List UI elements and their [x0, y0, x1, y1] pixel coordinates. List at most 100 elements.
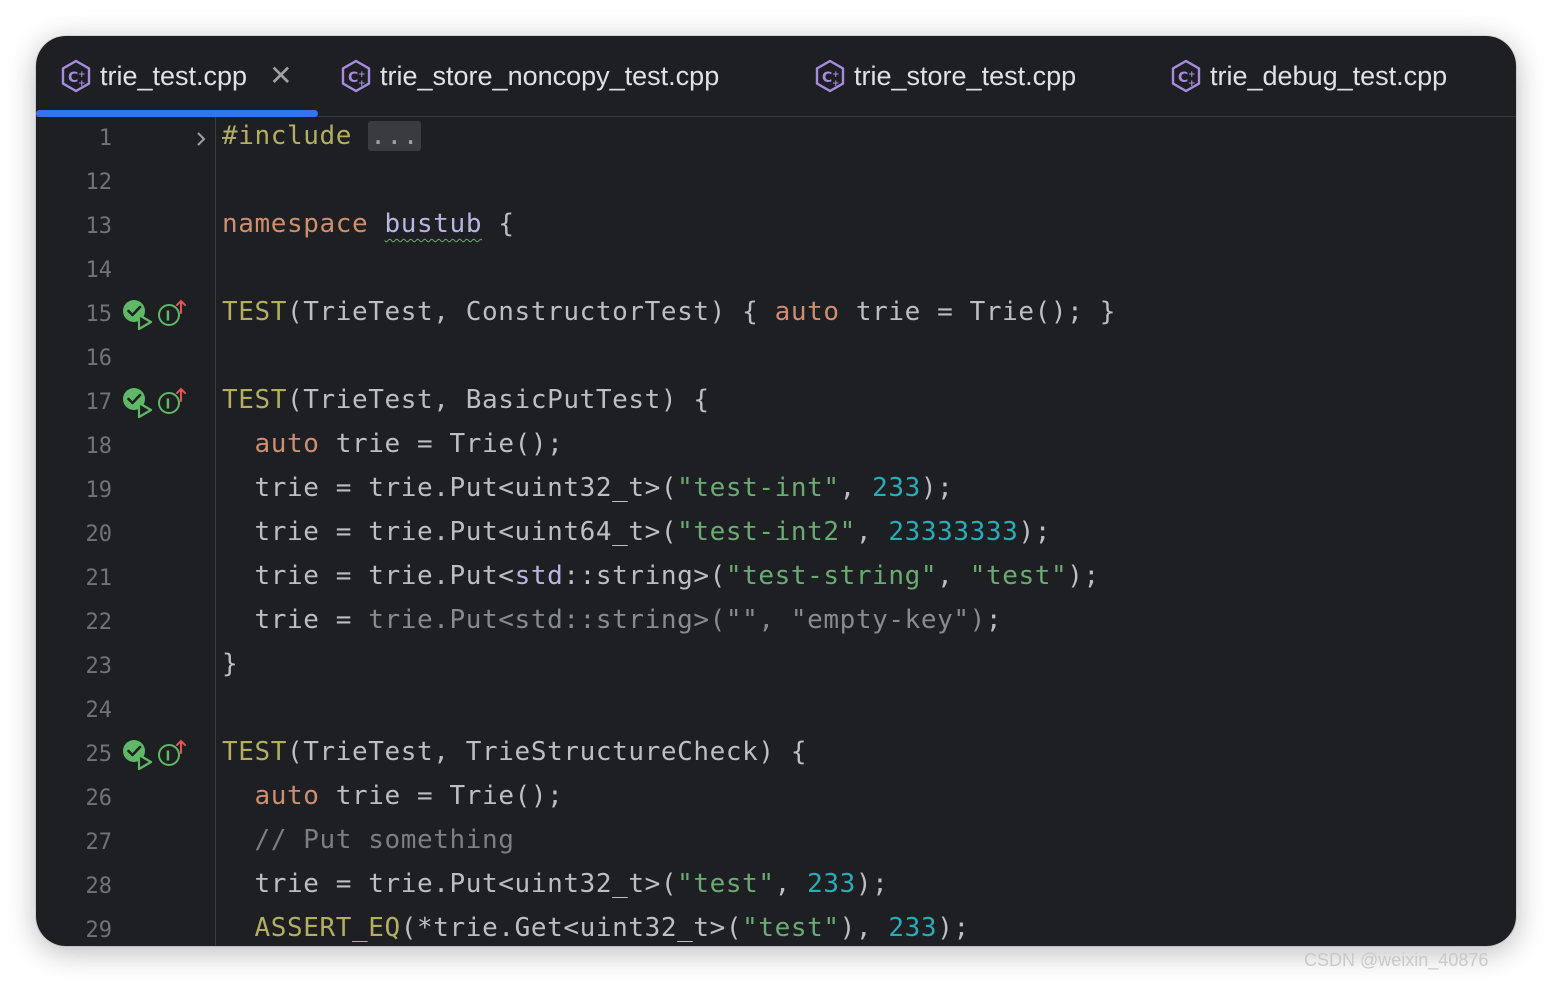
code-token: 233 [872, 473, 921, 503]
line-number: 19 [85, 478, 113, 503]
code-token: (TrieTest, ConstructorTest) { [287, 297, 775, 327]
svg-text:+: + [78, 79, 86, 89]
implements-icon[interactable]: I [156, 386, 188, 420]
code-text: namespace bustub { [222, 209, 515, 239]
code-line[interactable]: 26 auto trie = Trie(); [36, 777, 1516, 821]
code-line[interactable]: 20 trie = trie.Put<uint64_t>("test-int2"… [36, 513, 1516, 557]
code-line[interactable]: 14 [36, 249, 1516, 293]
code-token: (TrieTest, TrieStructureCheck) { [287, 737, 808, 767]
code-token: 23333333 [888, 517, 1019, 547]
cpp-file-icon: C + + [341, 59, 371, 93]
code-text: trie = trie.Put<uint32_t>("test", 233); [222, 869, 888, 899]
gutter-icons: I [122, 298, 188, 332]
folded-code-button[interactable]: ... [368, 121, 422, 151]
tab-bar: C + + trie_test.cpp ✕ C + + trie_store_n… [36, 36, 1516, 117]
code-token: "test-int2" [677, 517, 856, 547]
code-line[interactable]: 16 [36, 337, 1516, 381]
code-text: #include ... [222, 121, 422, 151]
svg-text:+: + [832, 79, 840, 89]
tab-trie-debug-test[interactable]: C + + trie_debug_test.cpp [1168, 36, 1447, 116]
code-text: TEST(TrieTest, ConstructorTest) { auto t… [222, 297, 1116, 327]
code-token: trie = trie.Put<uint32_t>( [222, 473, 678, 503]
svg-text:+: + [1188, 79, 1196, 89]
code-token: auto [254, 781, 320, 811]
implements-icon[interactable]: I [156, 298, 188, 332]
code-line[interactable]: 15 I TEST(TrieTest, ConstructorTest) { aut… [36, 293, 1516, 337]
line-number: 12 [85, 170, 113, 195]
cpp-file-icon: C + + [815, 59, 845, 93]
code-token: (*trie.Get<uint32_t>( [400, 913, 743, 943]
code-token: "test-int" [677, 473, 840, 503]
svg-text:I: I [166, 310, 171, 325]
code-token: ), [839, 913, 889, 943]
code-line[interactable]: 28 trie = trie.Put<uint32_t>("test", 233… [36, 865, 1516, 909]
svg-text:I: I [166, 750, 171, 765]
code-line[interactable]: 29 ASSERT_EQ(*trie.Get<uint32_t>("test")… [36, 909, 1516, 946]
tab-trie-store-noncopy-test[interactable]: C + + trie_store_noncopy_test.cpp [338, 36, 719, 116]
gutter-icons: I [122, 738, 188, 772]
code-token: ASSERT_EQ [254, 913, 401, 943]
code-token: "test-string" [725, 561, 938, 591]
code-line[interactable]: 13 namespace bustub { [36, 205, 1516, 249]
svg-text:C: C [822, 70, 832, 86]
code-line[interactable]: 19 trie = trie.Put<uint32_t>("test-int",… [36, 469, 1516, 513]
code-text: } [222, 649, 238, 679]
code-token: ); [1067, 561, 1100, 591]
code-line[interactable]: 12 [36, 161, 1516, 205]
code-token: trie = Trie(); } [839, 297, 1116, 327]
code-line[interactable]: 21 trie = trie.Put<std::string>("test-st… [36, 557, 1516, 601]
code-line[interactable]: 27 // Put something [36, 821, 1516, 865]
watermark: CSDN @weixin_40876 [1304, 950, 1489, 970]
run-test-passed-icon[interactable] [122, 298, 154, 332]
line-number: 1 [98, 126, 112, 151]
tab-trie-store-test[interactable]: C + + trie_store_test.cpp [812, 36, 1076, 116]
code-token: TEST [222, 737, 288, 767]
run-test-passed-icon[interactable] [122, 738, 154, 772]
svg-text:I: I [166, 398, 171, 413]
code-line[interactable]: 25 I TEST(TrieTest, TrieStructureCheck) { [36, 733, 1516, 777]
cpp-file-icon: C + + [1171, 59, 1201, 93]
code-token: , [937, 561, 970, 591]
code-line[interactable]: 17 I TEST(TrieTest, BasicPutTest) { [36, 381, 1516, 425]
code-token: std [514, 561, 564, 591]
svg-text:+: + [358, 79, 366, 89]
code-text: trie = trie.Put<uint64_t>("test-int2", 2… [222, 517, 1051, 547]
code-token: ; [985, 605, 1003, 635]
line-number: 17 [85, 390, 113, 415]
svg-text:C: C [348, 70, 358, 86]
code-line[interactable]: 1 #include ... [36, 117, 1516, 161]
code-line[interactable]: 22 trie = trie.Put<std::string>("", "emp… [36, 601, 1516, 645]
svg-text:C: C [68, 70, 78, 86]
code-token: (TrieTest, BasicPutTest) { [287, 385, 710, 415]
line-number: 25 [85, 742, 113, 767]
code-token: trie = trie.Put<uint32_t>( [222, 869, 678, 899]
line-number: 20 [85, 522, 113, 547]
line-number: 23 [85, 654, 113, 679]
code-line[interactable]: 24 [36, 689, 1516, 733]
code-token: auto [774, 297, 840, 327]
code-editor[interactable]: 1 #include ... 12 13 namespace bustub {14 15 I… [36, 117, 1516, 946]
line-number: 24 [85, 698, 113, 723]
code-token: ); [1018, 517, 1051, 547]
code-token: 233 [888, 913, 938, 943]
line-number: 22 [85, 610, 113, 635]
code-token: trie = Trie(); [319, 781, 564, 811]
code-token: trie = [222, 605, 369, 635]
close-icon[interactable]: ✕ [269, 62, 292, 90]
line-number: 27 [85, 830, 113, 855]
code-token: "test" [969, 561, 1068, 591]
implements-icon[interactable]: I [156, 738, 188, 772]
active-tab-indicator [36, 110, 318, 117]
code-line[interactable]: 23} [36, 645, 1516, 689]
tab-trie-test[interactable]: C + + trie_test.cpp ✕ [58, 36, 293, 116]
fold-chevron-icon[interactable] [194, 129, 208, 149]
run-test-passed-icon[interactable] [122, 386, 154, 420]
code-line[interactable]: 18 auto trie = Trie(); [36, 425, 1516, 469]
code-text: auto trie = Trie(); [222, 781, 563, 811]
code-token: , [839, 473, 873, 503]
